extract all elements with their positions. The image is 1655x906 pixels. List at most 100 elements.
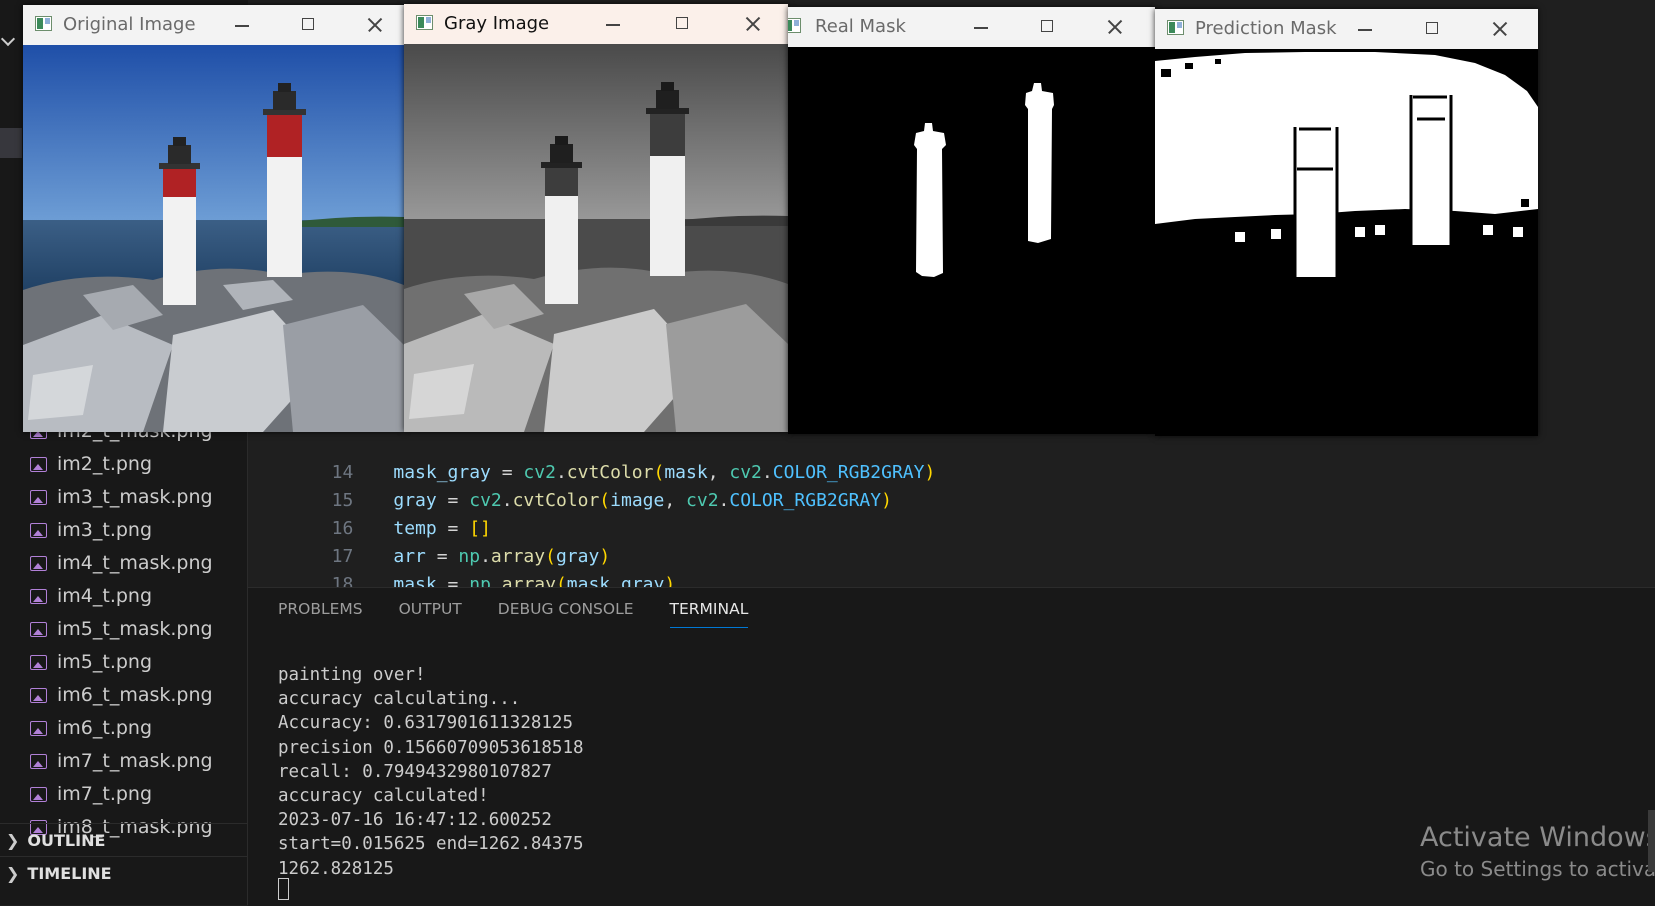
maximize-button[interactable] [292,11,326,39]
timeline-label: TIMELINE [27,863,112,883]
file-item[interactable]: im4_t_mask.png [30,548,213,578]
file-item[interactable]: im3_t.png [30,515,152,545]
image-file-icon [30,786,47,802]
tab-debug-console[interactable]: DEBUG CONSOLE [498,600,634,628]
maximize-button[interactable] [1416,15,1450,43]
terminal-line: recall: 0.7949432980107827 [278,761,552,782]
window-titlebar[interactable]: Original Image [23,5,404,45]
code-line: 15 gray = cv2.cvtColor(image, cv2.COLOR_R… [248,459,892,511]
file-item[interactable]: im6_t_mask.png [30,680,213,710]
window-titlebar[interactable]: Real Mask [788,7,1155,47]
window-title: Original Image [63,14,196,35]
window-titlebar[interactable]: Gray Image [404,4,788,44]
minimize-button[interactable] [596,10,630,38]
terminal-line: painting over! [278,665,426,685]
close-button[interactable] [1482,15,1516,43]
outline-section[interactable]: ❯ OUTLINE [0,823,247,856]
terminal-line: start=0.015625 end=1262.84375 [278,834,584,855]
image-canvas[interactable] [1155,49,1538,436]
chevron-right-icon: ❯ [6,830,20,850]
close-button[interactable] [1097,13,1131,41]
image-file-icon [30,687,47,703]
opencv-window-icon [788,18,801,33]
terminal-output[interactable]: painting over! accuracy calculating... Acc… [278,663,584,881]
file-item[interactable]: im7_t.png [30,779,152,809]
file-list: im2_t_mask.png im2_t.png im3_t_mask.png im3… [0,426,247,840]
activate-windows-watermark: Activate Windows Go to Settings to activ… [1420,822,1655,881]
close-button[interactable] [735,10,769,38]
file-item[interactable]: im4_t.png [30,581,152,611]
code-view[interactable]: 14 mask_gray = cv2.cvtColor(mask, cv2.COL… [248,431,1655,587]
terminal-cursor [278,878,289,900]
file-name: im5_t_mask.png [57,618,213,640]
window-title: Prediction Mask [1195,18,1337,39]
image-file-icon [30,522,47,538]
real-mask-window[interactable]: Real Mask [788,7,1155,434]
gray-image-window[interactable]: Gray Image [404,4,788,432]
file-name: im3_t.png [57,519,153,541]
watermark-title: Activate Windows [1420,822,1655,853]
window-title: Gray Image [444,13,550,34]
image-canvas[interactable] [23,45,404,432]
minimize-button[interactable] [964,13,998,41]
explorer-collapsed-tree [0,0,22,440]
scrollbar[interactable] [1648,810,1655,872]
maximize-button[interactable] [666,10,700,38]
image-file-icon [30,753,47,769]
image-canvas[interactable] [404,44,788,432]
chevron-right-icon: ❯ [6,863,20,883]
terminal-line: precision 0.15660709053618518 [278,737,584,758]
opencv-window-icon [35,16,52,31]
selected-tree-row[interactable] [0,128,22,158]
outline-label: OUTLINE [27,830,106,850]
tab-terminal[interactable]: TERMINAL [669,600,749,628]
watermark-subtitle: Go to Settings to activate [1420,857,1655,881]
file-item[interactable]: im7_t_mask.png [30,746,213,776]
terminal-line: 1262.828125 [278,858,394,879]
real-mask-image [788,47,1155,434]
window-titlebar[interactable]: Prediction Mask [1155,9,1538,49]
image-file-icon [30,654,47,670]
image-canvas[interactable] [788,47,1155,434]
window-title: Real Mask [815,16,906,37]
file-name: im6_t.png [57,717,153,739]
image-file-icon [30,588,47,604]
maximize-button[interactable] [1031,13,1065,41]
original-image-window[interactable]: Original Image [23,5,404,432]
code-line: 14 mask_gray = cv2.cvtColor(mask, cv2.COL… [248,431,936,483]
tab-output[interactable]: OUTPUT [399,600,462,628]
file-name: im4_t.png [57,585,153,607]
terminal-line: accuracy calculating... [278,689,521,710]
prediction-mask-window[interactable]: Prediction Mask [1155,9,1538,436]
code-line: 19prediction_mask = np.zeros((arr.shape[… [248,571,1000,587]
file-name: im4_t_mask.png [57,552,213,574]
tab-problems[interactable]: PROBLEMS [278,600,363,628]
code-line: 17 arr = np.array(gray) [248,515,610,567]
image-file-icon [30,489,47,505]
terminal-line: accuracy calculated! [278,786,489,807]
panel-tabs: PROBLEMS OUTPUT DEBUG CONSOLE TERMINAL [278,600,749,628]
opencv-window-icon [416,15,433,30]
lighthouse-photo [23,45,404,432]
minimize-button[interactable] [1348,15,1382,43]
grayscale-photo [404,44,788,432]
prediction-mask-image [1155,49,1538,436]
image-file-icon [30,555,47,571]
minimize-button[interactable] [225,11,259,39]
image-file-icon [30,720,47,736]
file-item[interactable]: im2_t.png [30,449,152,479]
code-line: 16 temp = [] [248,487,491,539]
terminal-line: Accuracy: 0.6317901611328125 [278,713,574,734]
chevron-down-icon[interactable] [0,31,16,47]
file-item[interactable]: im3_t_mask.png [30,482,213,512]
file-item[interactable]: im5_t_mask.png [30,614,213,644]
file-item[interactable]: im5_t.png [30,647,152,677]
file-name: im2_t.png [57,453,153,475]
file-name: im7_t.png [57,783,153,805]
file-name: im6_t_mask.png [57,684,213,706]
terminal-line: 2023-07-16 16:47:12.600252 [278,810,552,831]
timeline-section[interactable]: ❯ TIMELINE [0,856,247,889]
file-item[interactable]: im6_t.png [30,713,152,743]
file-name: im5_t.png [57,651,153,673]
close-button[interactable] [357,11,391,39]
